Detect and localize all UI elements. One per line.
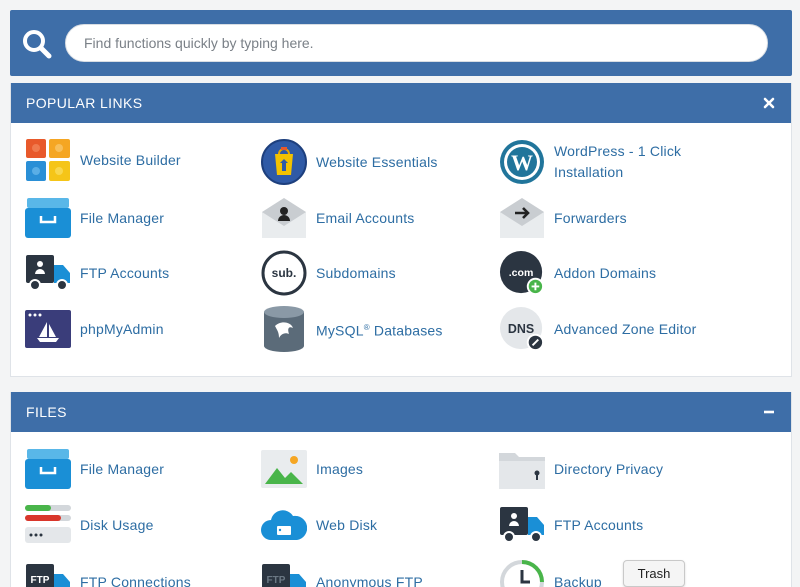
link-label: Web Disk [316, 516, 378, 533]
anonymous-ftp-icon: FTP [261, 559, 307, 587]
link-label: Backup [554, 573, 602, 587]
web-disk-icon [261, 502, 307, 548]
link-mysql-databases[interactable]: MySQL® Databases [261, 306, 443, 352]
directory-privacy-icon [499, 446, 545, 492]
link-label: Images [316, 460, 364, 477]
link-label: Forwarders [554, 209, 627, 226]
disk-usage-icon [25, 502, 71, 548]
panel-title: FILES [26, 404, 67, 420]
phpmyadmin-icon [25, 306, 71, 352]
file-manager-icon [25, 446, 71, 492]
link-forwarders[interactable]: Forwarders [499, 195, 627, 241]
link-images[interactable]: Images [261, 446, 363, 492]
link-wordpress[interactable]: W WordPress - 1 Click Installation [499, 139, 681, 185]
forwarders-icon [499, 195, 545, 241]
link-label: Website Builder [80, 151, 181, 168]
link-label: FTP Accounts [554, 516, 644, 533]
link-anonymous-ftp[interactable]: FTP Anonymous FTP [261, 559, 423, 587]
svg-text:FTP: FTP [31, 575, 50, 586]
link-label: Subdomains [316, 264, 396, 281]
link-label: Anonymous FTP [316, 573, 423, 587]
svg-text:W: W [511, 150, 533, 175]
wordpress-icon: W [499, 139, 545, 185]
svg-text:sub.: sub. [272, 266, 297, 280]
link-label-line2: Installation [554, 164, 624, 180]
search-icon[interactable] [20, 27, 54, 61]
link-advanced-zone-editor[interactable]: DNS Advanced Zone Editor [499, 306, 697, 352]
link-backup[interactable]: Backup [499, 559, 602, 587]
link-label: FTP Accounts [80, 264, 170, 281]
link-phpmyadmin[interactable]: phpMyAdmin [25, 306, 164, 352]
link-label: Website Essentials [316, 153, 438, 170]
link-label-mysql: MySQL® Databases [316, 317, 443, 342]
link-label: File Manager [80, 209, 165, 226]
link-label: Disk Usage [80, 516, 154, 533]
link-label: File Manager [80, 460, 165, 477]
ftp-accounts-icon [499, 502, 545, 548]
link-file-manager[interactable]: File Manager [25, 446, 164, 492]
svg-text:.com: .com [509, 267, 534, 279]
svg-text:FTP: FTP [267, 575, 286, 586]
addon-domains-icon: .com [499, 250, 545, 296]
popular-links-panel: POPULAR LINKS Website Builder Website Es… [10, 83, 792, 377]
subdomains-icon: sub. [261, 250, 307, 296]
minus-icon[interactable] [759, 392, 779, 432]
link-ftp-connections[interactable]: FTP FTP Connections [25, 559, 191, 587]
website-builder-icon [25, 137, 71, 183]
panel-title: POPULAR LINKS [26, 95, 143, 111]
close-icon[interactable] [759, 83, 779, 123]
mysql-icon [261, 306, 307, 352]
link-label: Email Accounts [316, 209, 415, 226]
link-directory-privacy[interactable]: Directory Privacy [499, 446, 663, 492]
search-input[interactable] [65, 24, 768, 62]
link-website-essentials[interactable]: Website Essentials [261, 139, 438, 185]
link-website-builder[interactable]: Website Builder [25, 137, 181, 183]
tooltip: Trash [623, 560, 685, 587]
file-manager-icon [25, 195, 71, 241]
link-label: FTP Connections [80, 573, 191, 587]
ftp-connections-icon: FTP [25, 559, 71, 587]
dns-icon: DNS [499, 306, 545, 352]
link-email-accounts[interactable]: Email Accounts [261, 195, 415, 241]
images-icon [261, 446, 307, 492]
link-subdomains[interactable]: sub. Subdomains [261, 250, 396, 296]
email-accounts-icon [261, 195, 307, 241]
website-essentials-icon [261, 139, 307, 185]
link-ftp-accounts[interactable]: FTP Accounts [499, 502, 643, 548]
link-web-disk[interactable]: Web Disk [261, 502, 377, 548]
link-disk-usage[interactable]: Disk Usage [25, 502, 154, 548]
link-label-multiline: WordPress - 1 Click Installation [554, 141, 681, 183]
link-ftp-accounts[interactable]: FTP Accounts [25, 250, 169, 296]
link-label: phpMyAdmin [80, 320, 164, 337]
link-label: MySQL [316, 322, 364, 339]
ftp-accounts-icon [25, 250, 71, 296]
search-bar [10, 10, 792, 76]
link-addon-domains[interactable]: .com Addon Domains [499, 250, 656, 296]
link-label: Directory Privacy [554, 460, 664, 477]
link-file-manager[interactable]: File Manager [25, 195, 164, 241]
files-header[interactable]: FILES [11, 392, 791, 432]
link-label: Addon Domains [554, 264, 657, 281]
link-label-rest: Databases [369, 322, 443, 339]
svg-text:DNS: DNS [508, 322, 534, 336]
backup-icon [499, 559, 545, 587]
link-label: Advanced Zone Editor [554, 320, 697, 337]
files-panel: FILES File Manager Images Directory Priv… [10, 392, 792, 587]
popular-links-header[interactable]: POPULAR LINKS [11, 83, 791, 123]
link-label: WordPress - 1 Click [554, 143, 682, 159]
